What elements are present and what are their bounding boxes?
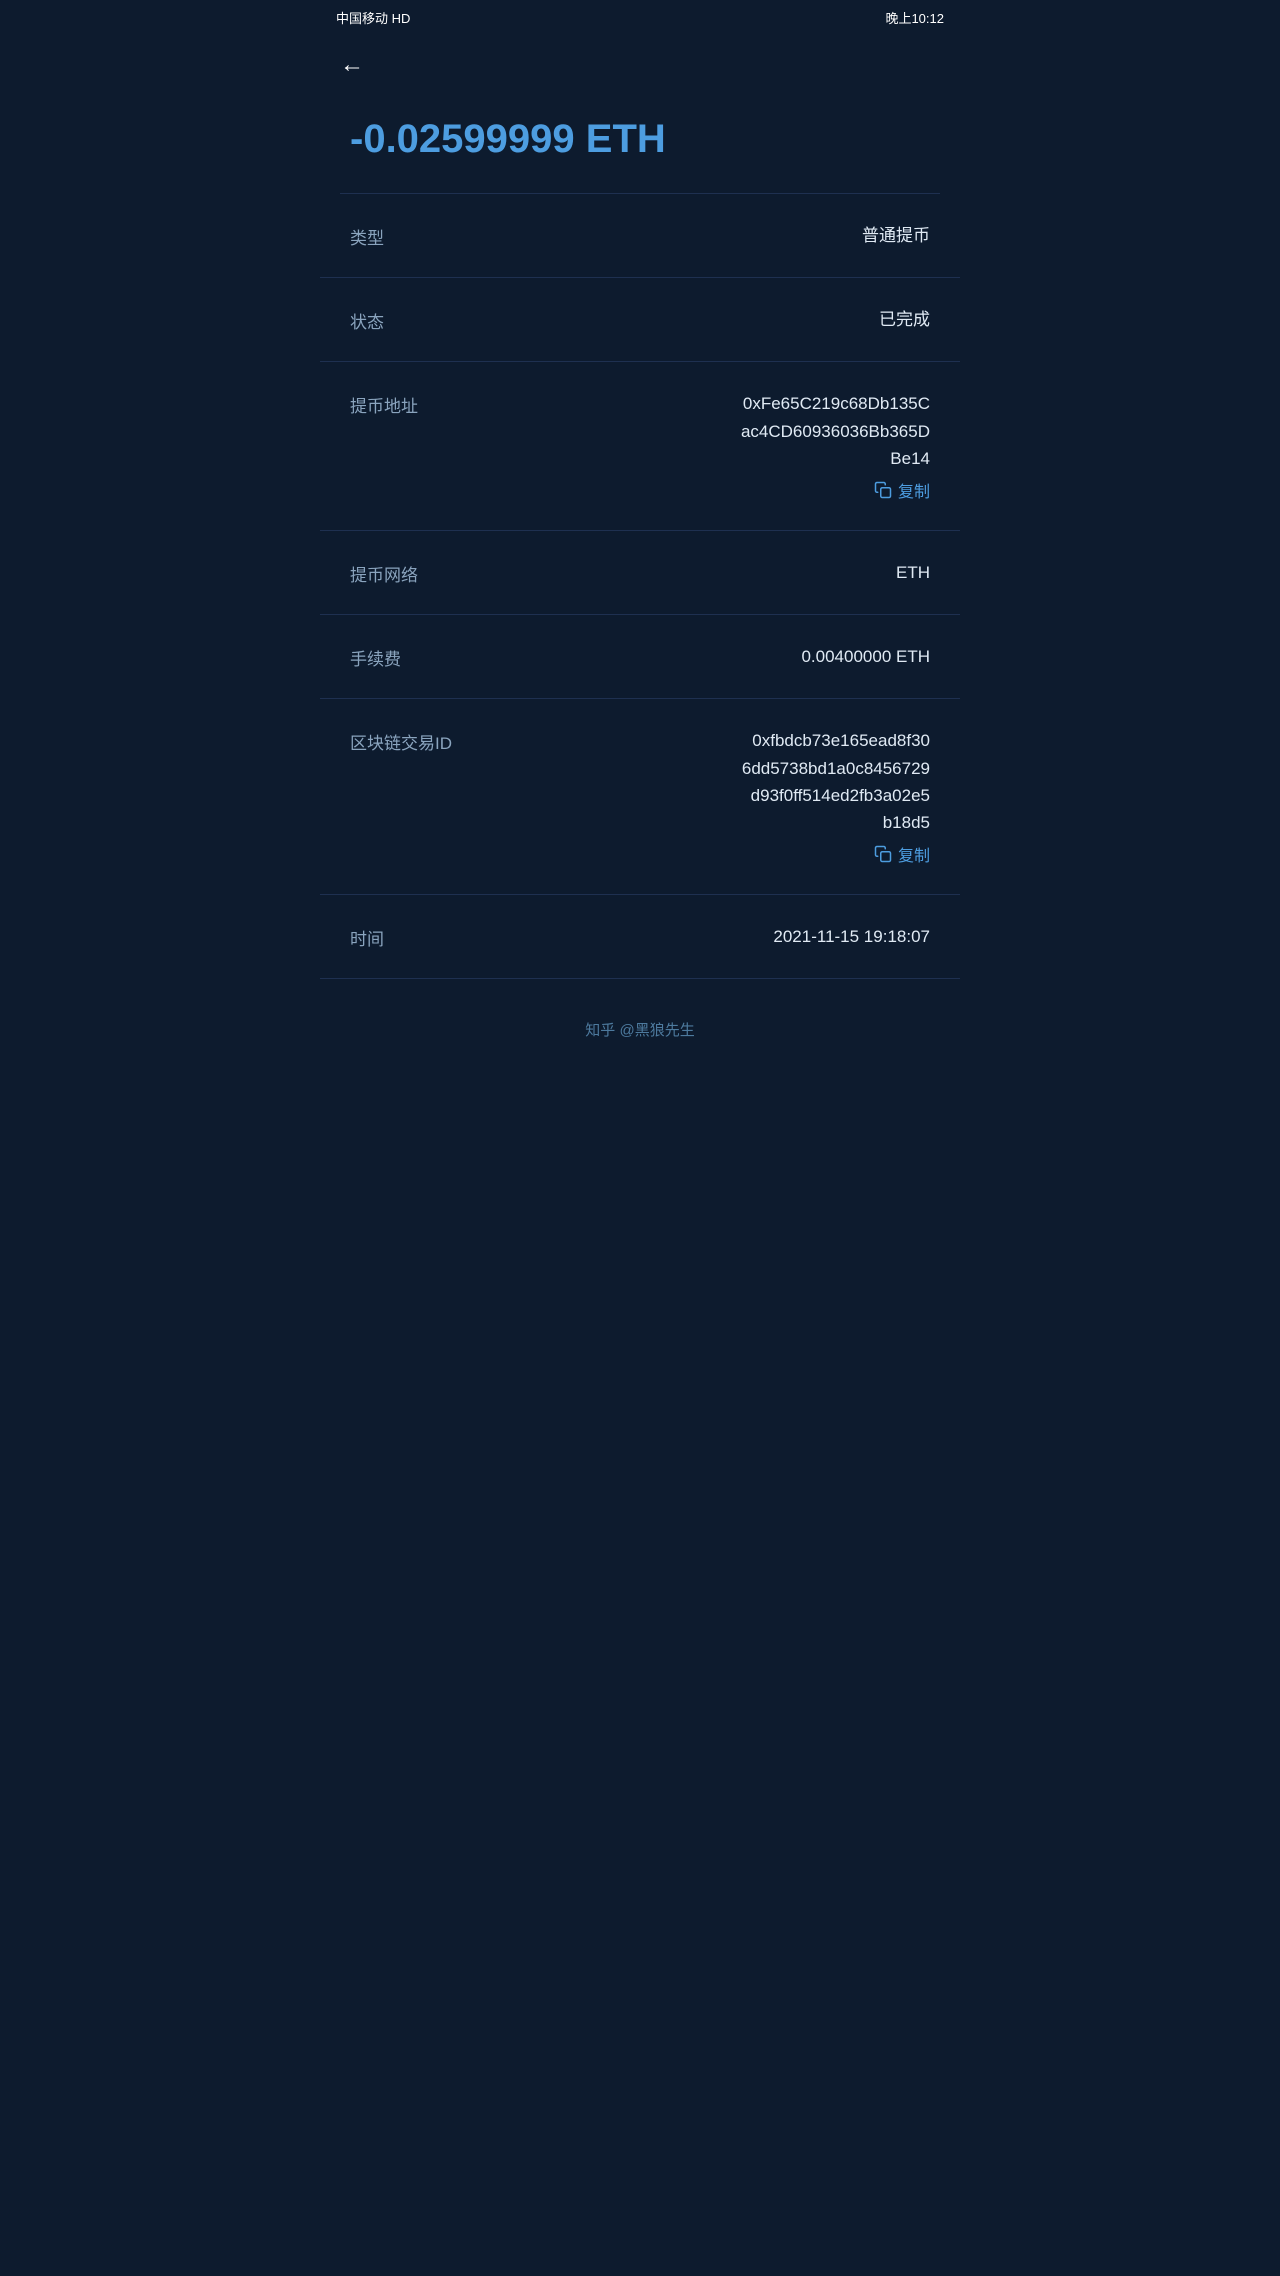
watermark: 知乎 @黑狼先生	[320, 979, 960, 1060]
txid-text: 0xfbdcb73e165ead8f30 6dd5738bd1a0c845672…	[742, 727, 930, 836]
status-row: 状态 已完成	[320, 278, 960, 362]
type-row: 类型 普通提币	[320, 194, 960, 278]
txid-label: 区块链交易ID	[350, 727, 452, 754]
status-bar: 中国移动 HD 晚上10:12	[320, 0, 960, 35]
nav-bar: ←	[320, 35, 960, 95]
time-label: 时间	[350, 923, 384, 950]
fee-value: 0.00400000 ETH	[801, 643, 930, 670]
txid-copy-label: 复制	[898, 842, 930, 866]
status-value: 已完成	[879, 306, 930, 333]
address-label: 提币地址	[350, 390, 418, 417]
address-row: 提币地址 0xFe65C219c68Db135C ac4CD60936036Bb…	[320, 362, 960, 531]
txid-right: 0xfbdcb73e165ead8f30 6dd5738bd1a0c845672…	[742, 727, 930, 866]
network-value: ETH	[896, 559, 930, 586]
amount-section: -0.02599999 ETH	[320, 95, 960, 193]
txid-copy-icon	[874, 845, 892, 863]
address-text: 0xFe65C219c68Db135C ac4CD60936036Bb365D …	[741, 390, 930, 472]
time-text: 晚上10:12	[885, 8, 944, 27]
address-copy-button[interactable]: 复制	[741, 478, 930, 502]
time-row: 时间 2021-11-15 19:18:07	[320, 895, 960, 979]
watermark-text: 知乎 @黑狼先生	[585, 1022, 694, 1039]
type-label: 类型	[350, 222, 384, 249]
time-value: 2021-11-15 19:18:07	[773, 923, 930, 950]
address-right: 0xFe65C219c68Db135C ac4CD60936036Bb365D …	[741, 390, 930, 502]
type-value: 普通提币	[862, 222, 930, 249]
status-label: 状态	[350, 306, 384, 333]
copy-icon	[874, 481, 892, 499]
carrier-text: 中国移动 HD	[336, 8, 410, 27]
fee-label: 手续费	[350, 643, 401, 670]
txid-copy-button[interactable]: 复制	[742, 842, 930, 866]
address-copy-label: 复制	[898, 478, 930, 502]
network-label: 提币网络	[350, 559, 418, 586]
amount-value: -0.02599999 ETH	[350, 115, 930, 163]
fee-row: 手续费 0.00400000 ETH	[320, 615, 960, 699]
network-row: 提币网络 ETH	[320, 531, 960, 615]
back-button[interactable]: ←	[340, 51, 364, 79]
txid-row: 区块链交易ID 0xfbdcb73e165ead8f30 6dd5738bd1a…	[320, 699, 960, 895]
